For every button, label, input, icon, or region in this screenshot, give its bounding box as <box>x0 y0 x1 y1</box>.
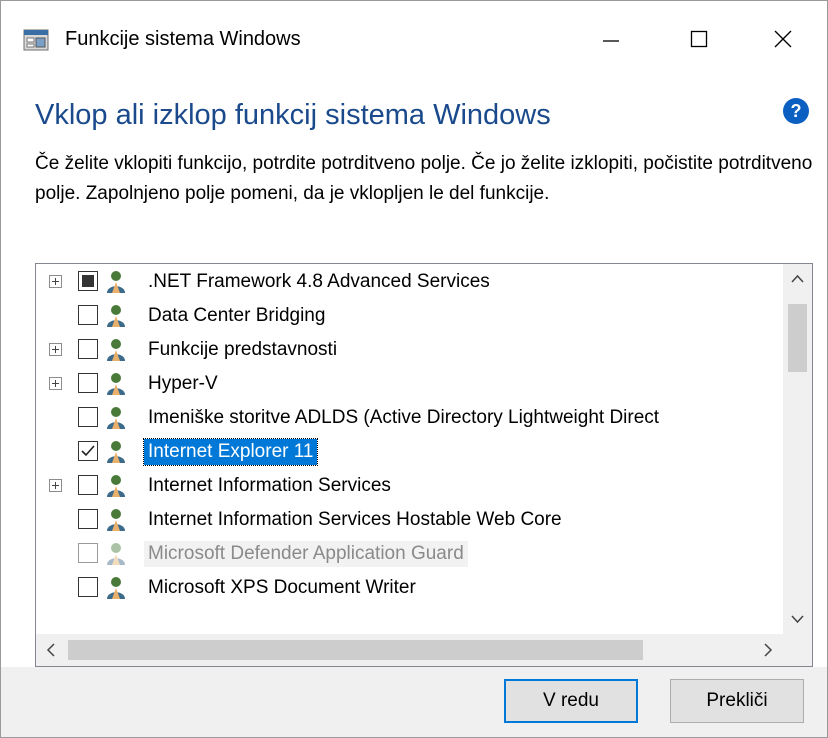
instructions-text: Če želite vklopiti funkcijo, potrdite po… <box>35 153 813 204</box>
scroll-right-icon[interactable] <box>753 634 783 666</box>
scrollbar-corner <box>783 634 812 666</box>
minimize-button[interactable] <box>567 1 655 77</box>
feature-label: Funkcije predstavnosti <box>148 339 338 360</box>
maximize-button[interactable] <box>655 1 743 77</box>
feature-checkbox[interactable] <box>78 509 98 529</box>
feature-row[interactable]: Internet Information Services Hostable W… <box>36 502 783 536</box>
feature-row[interactable]: Microsoft XPS Document Writer <box>36 570 783 604</box>
checkmark-icon <box>81 445 95 457</box>
page-title: Vklop ali izklop funkcij sistema Windows <box>35 99 551 131</box>
help-icon[interactable]: ? <box>782 97 810 125</box>
feature-label: Data Center Bridging <box>148 305 326 326</box>
expand-icon[interactable] <box>49 275 62 288</box>
vertical-scrollbar[interactable] <box>783 264 812 634</box>
feature-person-icon <box>107 305 125 327</box>
feature-label: Microsoft Defender Application Guard <box>144 541 468 567</box>
feature-row[interactable]: Internet Explorer 11 <box>36 434 783 468</box>
expand-icon[interactable] <box>49 377 62 390</box>
feature-label: .NET Framework 4.8 Advanced Services <box>148 271 490 292</box>
feature-checkbox[interactable] <box>78 373 98 393</box>
ok-button[interactable]: V redu <box>504 679 638 723</box>
windows-features-icon <box>23 29 49 51</box>
feature-row[interactable]: Funkcije predstavnosti <box>36 332 783 366</box>
feature-person-icon <box>107 271 125 293</box>
feature-label: Internet Information Services <box>148 475 391 496</box>
feature-label: Microsoft XPS Document Writer <box>148 577 416 598</box>
horizontal-scrollbar[interactable] <box>36 634 783 666</box>
scroll-left-icon[interactable] <box>36 634 66 666</box>
feature-checkbox[interactable] <box>78 271 98 291</box>
feature-label: Hyper-V <box>148 373 218 394</box>
feature-label: Imeniške storitve ADLDS (Active Director… <box>148 407 660 428</box>
feature-row[interactable]: Data Center Bridging <box>36 298 783 332</box>
feature-row: Microsoft Defender Application Guard <box>36 536 783 570</box>
feature-checkbox[interactable] <box>78 475 98 495</box>
title-bar[interactable]: Funkcije sistema Windows <box>1 1 827 77</box>
feature-person-icon <box>107 441 125 463</box>
feature-checkbox[interactable] <box>78 339 98 359</box>
feature-label: Internet Information Services Hostable W… <box>148 509 562 530</box>
scroll-up-icon[interactable] <box>783 264 812 294</box>
vertical-scroll-thumb[interactable] <box>788 304 807 372</box>
feature-person-icon <box>107 577 125 599</box>
features-tree[interactable]: .NET Framework 4.8 Advanced Services Dat… <box>35 263 813 667</box>
expand-icon[interactable] <box>49 479 62 492</box>
feature-row[interactable]: Imeniške storitve ADLDS (Active Director… <box>36 400 783 434</box>
horizontal-scroll-thumb[interactable] <box>68 640 643 660</box>
close-icon <box>774 30 792 48</box>
feature-row[interactable]: Hyper-V <box>36 366 783 400</box>
feature-checkbox <box>78 543 98 563</box>
feature-person-icon <box>107 509 125 531</box>
feature-row[interactable]: .NET Framework 4.8 Advanced Services <box>36 264 783 298</box>
cancel-button[interactable]: Prekliči <box>670 679 804 723</box>
features-list: .NET Framework 4.8 Advanced Services Dat… <box>36 264 783 634</box>
feature-person-icon <box>107 339 125 361</box>
svg-text:?: ? <box>791 101 802 121</box>
window-title: Funkcije sistema Windows <box>65 28 301 50</box>
feature-checkbox[interactable] <box>78 407 98 427</box>
feature-label: Internet Explorer 11 <box>142 438 319 466</box>
feature-person-icon <box>107 407 125 429</box>
window: Funkcije sistema Windows Vklop ali izklo… <box>0 0 828 738</box>
feature-row[interactable]: Internet Information Services <box>36 468 783 502</box>
feature-person-icon <box>107 373 125 395</box>
minimize-icon <box>603 40 619 42</box>
maximize-icon <box>690 30 708 48</box>
feature-checkbox[interactable] <box>78 305 98 325</box>
feature-person-icon <box>107 475 125 497</box>
expand-icon[interactable] <box>49 343 62 356</box>
feature-checkbox[interactable] <box>78 577 98 597</box>
dialog-content: Vklop ali izklop funkcij sistema Windows… <box>1 77 827 737</box>
close-button[interactable] <box>739 1 827 77</box>
scroll-down-icon[interactable] <box>783 604 812 634</box>
feature-person-icon <box>107 543 125 565</box>
feature-checkbox[interactable] <box>78 441 98 461</box>
